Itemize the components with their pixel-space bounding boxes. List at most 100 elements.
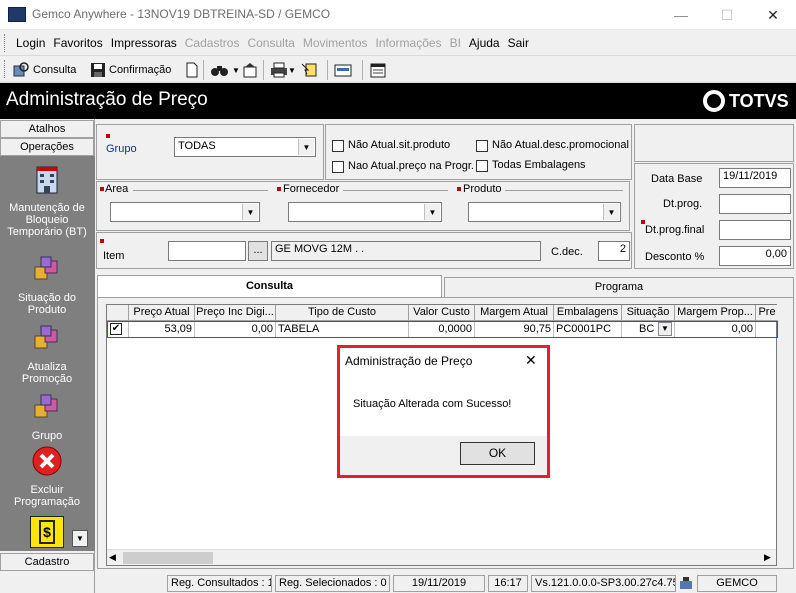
- sidebar-item-promocao[interactable]: Atualiza Promoção: [2, 322, 92, 385]
- sidebar-item-label: Manutenção de Bloqueio Temporário (BT): [7, 202, 87, 238]
- table-cell[interactable]: PC0001PC: [554, 321, 622, 338]
- sidebar-item-bloqueio[interactable]: Manutenção de Bloqueio Temporário (BT): [2, 163, 92, 238]
- col-preco-atual[interactable]: Preço Atual: [129, 305, 195, 321]
- find-button[interactable]: ▼: [210, 60, 240, 80]
- menu-item-movimentos[interactable]: Movimentos: [303, 36, 368, 50]
- dollar-doc-icon[interactable]: $: [30, 516, 64, 548]
- cubes-icon: [34, 325, 58, 349]
- consulta-button[interactable]: Consulta: [12, 60, 76, 80]
- menu-item-bi[interactable]: BI: [450, 36, 461, 50]
- help-cursor-icon: [301, 63, 317, 77]
- col-pre[interactable]: Pre: [756, 305, 778, 321]
- search-doc-icon: [13, 62, 29, 77]
- dt-prog-final-input[interactable]: [719, 220, 791, 240]
- grupo-select[interactable]: TODAS ▼: [174, 137, 316, 157]
- maximize-button[interactable]: ☐: [704, 0, 750, 30]
- col-preco-inc[interactable]: Preço Inc Digi...: [195, 305, 276, 321]
- totvs-logo-icon: [703, 90, 725, 112]
- dt-prog-label: Dt.prog.: [663, 198, 703, 210]
- sidebar-item-excluir[interactable]: Excluir Programação: [2, 445, 92, 508]
- dialog-close-button[interactable]: ✕: [525, 352, 537, 369]
- data-base-input[interactable]: 19/11/2019: [719, 168, 791, 188]
- item-input[interactable]: [168, 241, 246, 261]
- col-embalagens[interactable]: Embalagens: [554, 305, 622, 321]
- sidebar-scroll-down[interactable]: ▼: [72, 530, 88, 547]
- col-margem-prop[interactable]: Margem Prop...: [675, 305, 756, 321]
- scrollbar-thumb[interactable]: [123, 552, 213, 564]
- menu-item-login[interactable]: Login: [16, 36, 45, 50]
- table-cell[interactable]: TABELA: [276, 321, 409, 338]
- tab-consulta[interactable]: Consulta: [97, 275, 442, 297]
- menu-item-cadastros[interactable]: Cadastros: [185, 36, 240, 50]
- sidebar-item-situacao[interactable]: Situação do Produto: [2, 253, 92, 316]
- tab-atalhos[interactable]: Atalhos: [0, 120, 94, 138]
- totvs-logo: TOTVS: [703, 90, 789, 112]
- dt-prog-input[interactable]: [719, 194, 791, 214]
- binoculars-icon: [211, 66, 228, 76]
- tab-cadastro[interactable]: Cadastro: [0, 553, 94, 571]
- col-valor-custo[interactable]: Valor Custo: [409, 305, 475, 321]
- item-lookup-button[interactable]: ...: [248, 241, 268, 261]
- dialog-body: Situação Alterada com Sucesso!: [340, 376, 547, 436]
- menu-item-favoritos[interactable]: Favoritos: [53, 36, 102, 50]
- network-icon: [679, 576, 693, 590]
- col-tipo-custo[interactable]: Tipo de Custo: [276, 305, 409, 321]
- dates-panel: Data Base 19/11/2019 Dt.prog. Dt.prog.fi…: [634, 163, 794, 269]
- cdec-input[interactable]: 2: [598, 241, 630, 261]
- situacao-cell-select[interactable]: BC ▼: [622, 321, 675, 338]
- chk-nao-atual-sit-label: Não Atual.sit.produto: [348, 139, 451, 151]
- confirmacao-button[interactable]: Confirmação: [90, 60, 171, 80]
- scroll-right-icon[interactable]: ▶: [764, 552, 771, 563]
- window-title: Gemco Anywhere - 13NOV19 DBTREINA-SD / G…: [32, 7, 331, 21]
- chk-nao-atual-sit[interactable]: [332, 140, 344, 152]
- table-cell[interactable]: 0,00: [195, 321, 276, 338]
- calendar-button[interactable]: [369, 60, 387, 80]
- scroll-left-icon[interactable]: ◀: [109, 552, 116, 563]
- desconto-label: Desconto %: [645, 251, 705, 263]
- horizontal-scrollbar[interactable]: ◀ ▶: [107, 549, 776, 565]
- menu-item-informa-es[interactable]: Informações: [376, 36, 442, 50]
- chevron-down-icon: ▼: [424, 204, 440, 220]
- area-panel: Area ▼ Fornecedor ▼ Produto ▼: [96, 181, 630, 231]
- col-situacao[interactable]: Situação: [622, 305, 675, 321]
- menu-item-ajuda[interactable]: Ajuda: [469, 36, 500, 50]
- help-button[interactable]: [300, 60, 318, 80]
- new-doc-button[interactable]: [185, 60, 199, 80]
- col-margem-atual[interactable]: Margem Atual: [475, 305, 554, 321]
- chk-nao-atual-preco[interactable]: [332, 161, 344, 173]
- menu-item-impressoras[interactable]: Impressoras: [111, 36, 177, 50]
- calendar-icon: [370, 63, 386, 78]
- produto-select[interactable]: ▼: [468, 202, 621, 222]
- row-checkbox[interactable]: ✔: [107, 321, 129, 338]
- dt-prog-final-label: Dt.prog.final: [645, 224, 705, 236]
- print-button[interactable]: ▼: [270, 60, 296, 80]
- sidebar-item-grupo[interactable]: Grupo: [2, 391, 92, 442]
- chk-todas-emb[interactable]: [476, 160, 488, 172]
- area-select[interactable]: ▼: [110, 202, 260, 222]
- desconto-input[interactable]: 0,00: [719, 246, 791, 266]
- sidebar-item-label: Situação do Produto: [17, 292, 77, 316]
- cubes-icon: [34, 256, 58, 280]
- menu-item-sair[interactable]: Sair: [508, 36, 529, 50]
- table-cell[interactable]: [756, 321, 778, 338]
- page-header: Administração de Preço TOTVS: [0, 83, 796, 119]
- table-cell[interactable]: 90,75: [475, 321, 554, 338]
- chk-nao-atual-desc[interactable]: [476, 140, 488, 152]
- table-cell[interactable]: 53,09: [129, 321, 195, 338]
- chk-nao-atual-preco-label: Nao Atual.preço na Progr.: [348, 160, 474, 172]
- close-button[interactable]: ✕: [750, 0, 796, 30]
- tab-programa[interactable]: Programa: [444, 277, 794, 297]
- status-company: GEMCO: [697, 575, 777, 592]
- minimize-button[interactable]: —: [658, 0, 704, 30]
- export-button[interactable]: [242, 60, 260, 80]
- menu-item-consulta[interactable]: Consulta: [247, 36, 294, 50]
- table-cell[interactable]: 0,00: [675, 321, 756, 338]
- new-doc-icon: [186, 62, 198, 78]
- tab-operacoes[interactable]: Operações: [0, 138, 94, 156]
- fornecedor-select[interactable]: ▼: [288, 202, 442, 222]
- table-cell[interactable]: 0,0000: [409, 321, 475, 338]
- dialog-titlebar: Administração de Preço ✕: [340, 348, 547, 376]
- ok-button[interactable]: OK: [460, 442, 535, 465]
- status-date: 19/11/2019: [393, 575, 485, 592]
- card-button[interactable]: [334, 60, 352, 80]
